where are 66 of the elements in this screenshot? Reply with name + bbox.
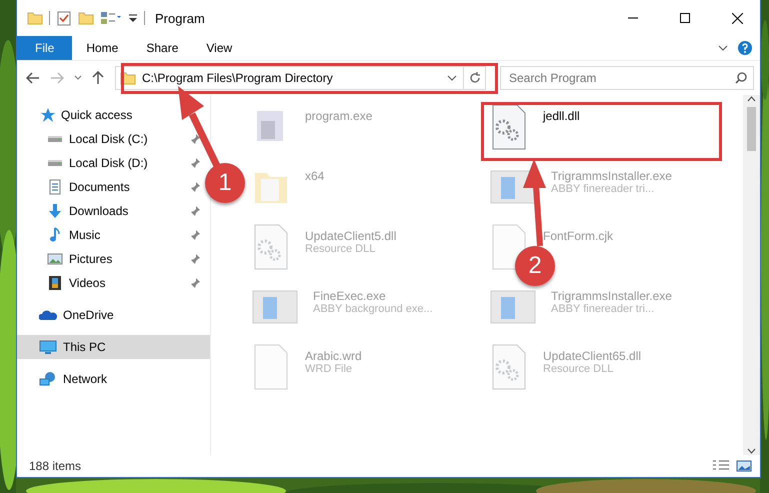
download-icon — [47, 203, 63, 219]
scroll-thumb[interactable] — [747, 107, 756, 151]
file-type: Resource DLL — [305, 243, 376, 255]
new-folder-icon — [78, 10, 94, 26]
sidebar-item[interactable]: Quick access — [17, 103, 204, 127]
window-title: Program — [155, 10, 206, 26]
file-name: UpdateClient5.dll — [305, 229, 396, 243]
forward-arrow-icon — [50, 72, 64, 84]
sidebar-item[interactable]: OneDrive — [17, 303, 204, 327]
ribbon-tab[interactable]: Home — [72, 36, 132, 60]
file-type: ABBY finereader tri... — [551, 303, 656, 315]
search-field[interactable]: Search Program — [500, 66, 754, 90]
drive-icon — [47, 135, 63, 143]
star-icon — [39, 107, 55, 123]
file-name: FontForm.cjk — [543, 229, 614, 243]
file-item[interactable]: jedll.dll — [485, 99, 723, 159]
sidebar-item[interactable]: This PC — [17, 335, 210, 359]
file-name: program.exe — [305, 109, 372, 123]
folder-icon — [27, 10, 43, 26]
file-type: Resource DLL — [543, 363, 614, 375]
network-icon — [39, 371, 57, 387]
back-arrow-icon — [26, 72, 40, 84]
file-name: TrigrammsInstaller.exe — [551, 169, 672, 183]
film-icon — [47, 275, 63, 291]
ribbon-tab[interactable]: Share — [132, 36, 192, 60]
document-icon — [47, 179, 63, 195]
drive-icon — [47, 159, 63, 167]
sidebar-item[interactable]: Videos — [17, 271, 204, 295]
sidebar-item[interactable]: Local Disk (C:) — [17, 127, 204, 151]
scroll-up-icon[interactable] — [747, 95, 756, 103]
help-icon[interactable] — [738, 41, 752, 55]
close-icon — [732, 12, 742, 24]
sidebar-item[interactable]: Documents — [17, 175, 204, 199]
expand-ribbon-icon[interactable] — [718, 43, 728, 53]
properties-icon[interactable] — [56, 10, 72, 26]
file-type: ABBY finereader tri... — [551, 183, 656, 195]
view-options-icon[interactable] — [100, 10, 122, 26]
chevron-down-icon — [74, 75, 82, 81]
address-bar[interactable]: C:\Program Files\Program Directory — [115, 66, 486, 90]
up-arrow-icon — [92, 71, 104, 85]
file-name: FineExec.exe — [313, 289, 387, 303]
computer-icon — [39, 339, 57, 355]
search-icon — [735, 72, 747, 84]
ribbon-tab[interactable]: File — [17, 36, 72, 60]
file-type: ABBY background exe... — [313, 303, 433, 315]
sidebar-item[interactable]: Network — [17, 367, 204, 391]
refresh-icon — [468, 72, 480, 84]
sidebar-item[interactable]: Local Disk (D:) — [17, 151, 204, 175]
item-count: 188 items — [29, 459, 82, 473]
dropdown-icon[interactable] — [447, 73, 457, 83]
sidebar-item[interactable]: Music — [17, 223, 204, 247]
sidebar-item[interactable]: Downloads — [17, 199, 204, 223]
file-name: Arabic.wrd — [305, 349, 362, 363]
scrollbar[interactable] — [743, 95, 760, 455]
file-name: TrigrammsInstaller.exe — [551, 289, 672, 303]
pictures-icon — [47, 251, 63, 267]
file-name: jedll.dll — [543, 109, 580, 123]
scroll-down-icon[interactable] — [747, 447, 756, 455]
address-path: C:\Program Files\Program Directory — [142, 71, 334, 85]
ribbon-tab[interactable]: View — [192, 36, 246, 60]
sidebar-item[interactable]: Pictures — [17, 247, 204, 271]
file-name: UpdateClient65.dll — [543, 349, 642, 363]
large-icons-view-icon[interactable] — [736, 459, 752, 473]
file-type: WRD File — [305, 363, 354, 375]
file-name: x64 — [305, 169, 324, 183]
maximize-icon — [680, 13, 690, 23]
